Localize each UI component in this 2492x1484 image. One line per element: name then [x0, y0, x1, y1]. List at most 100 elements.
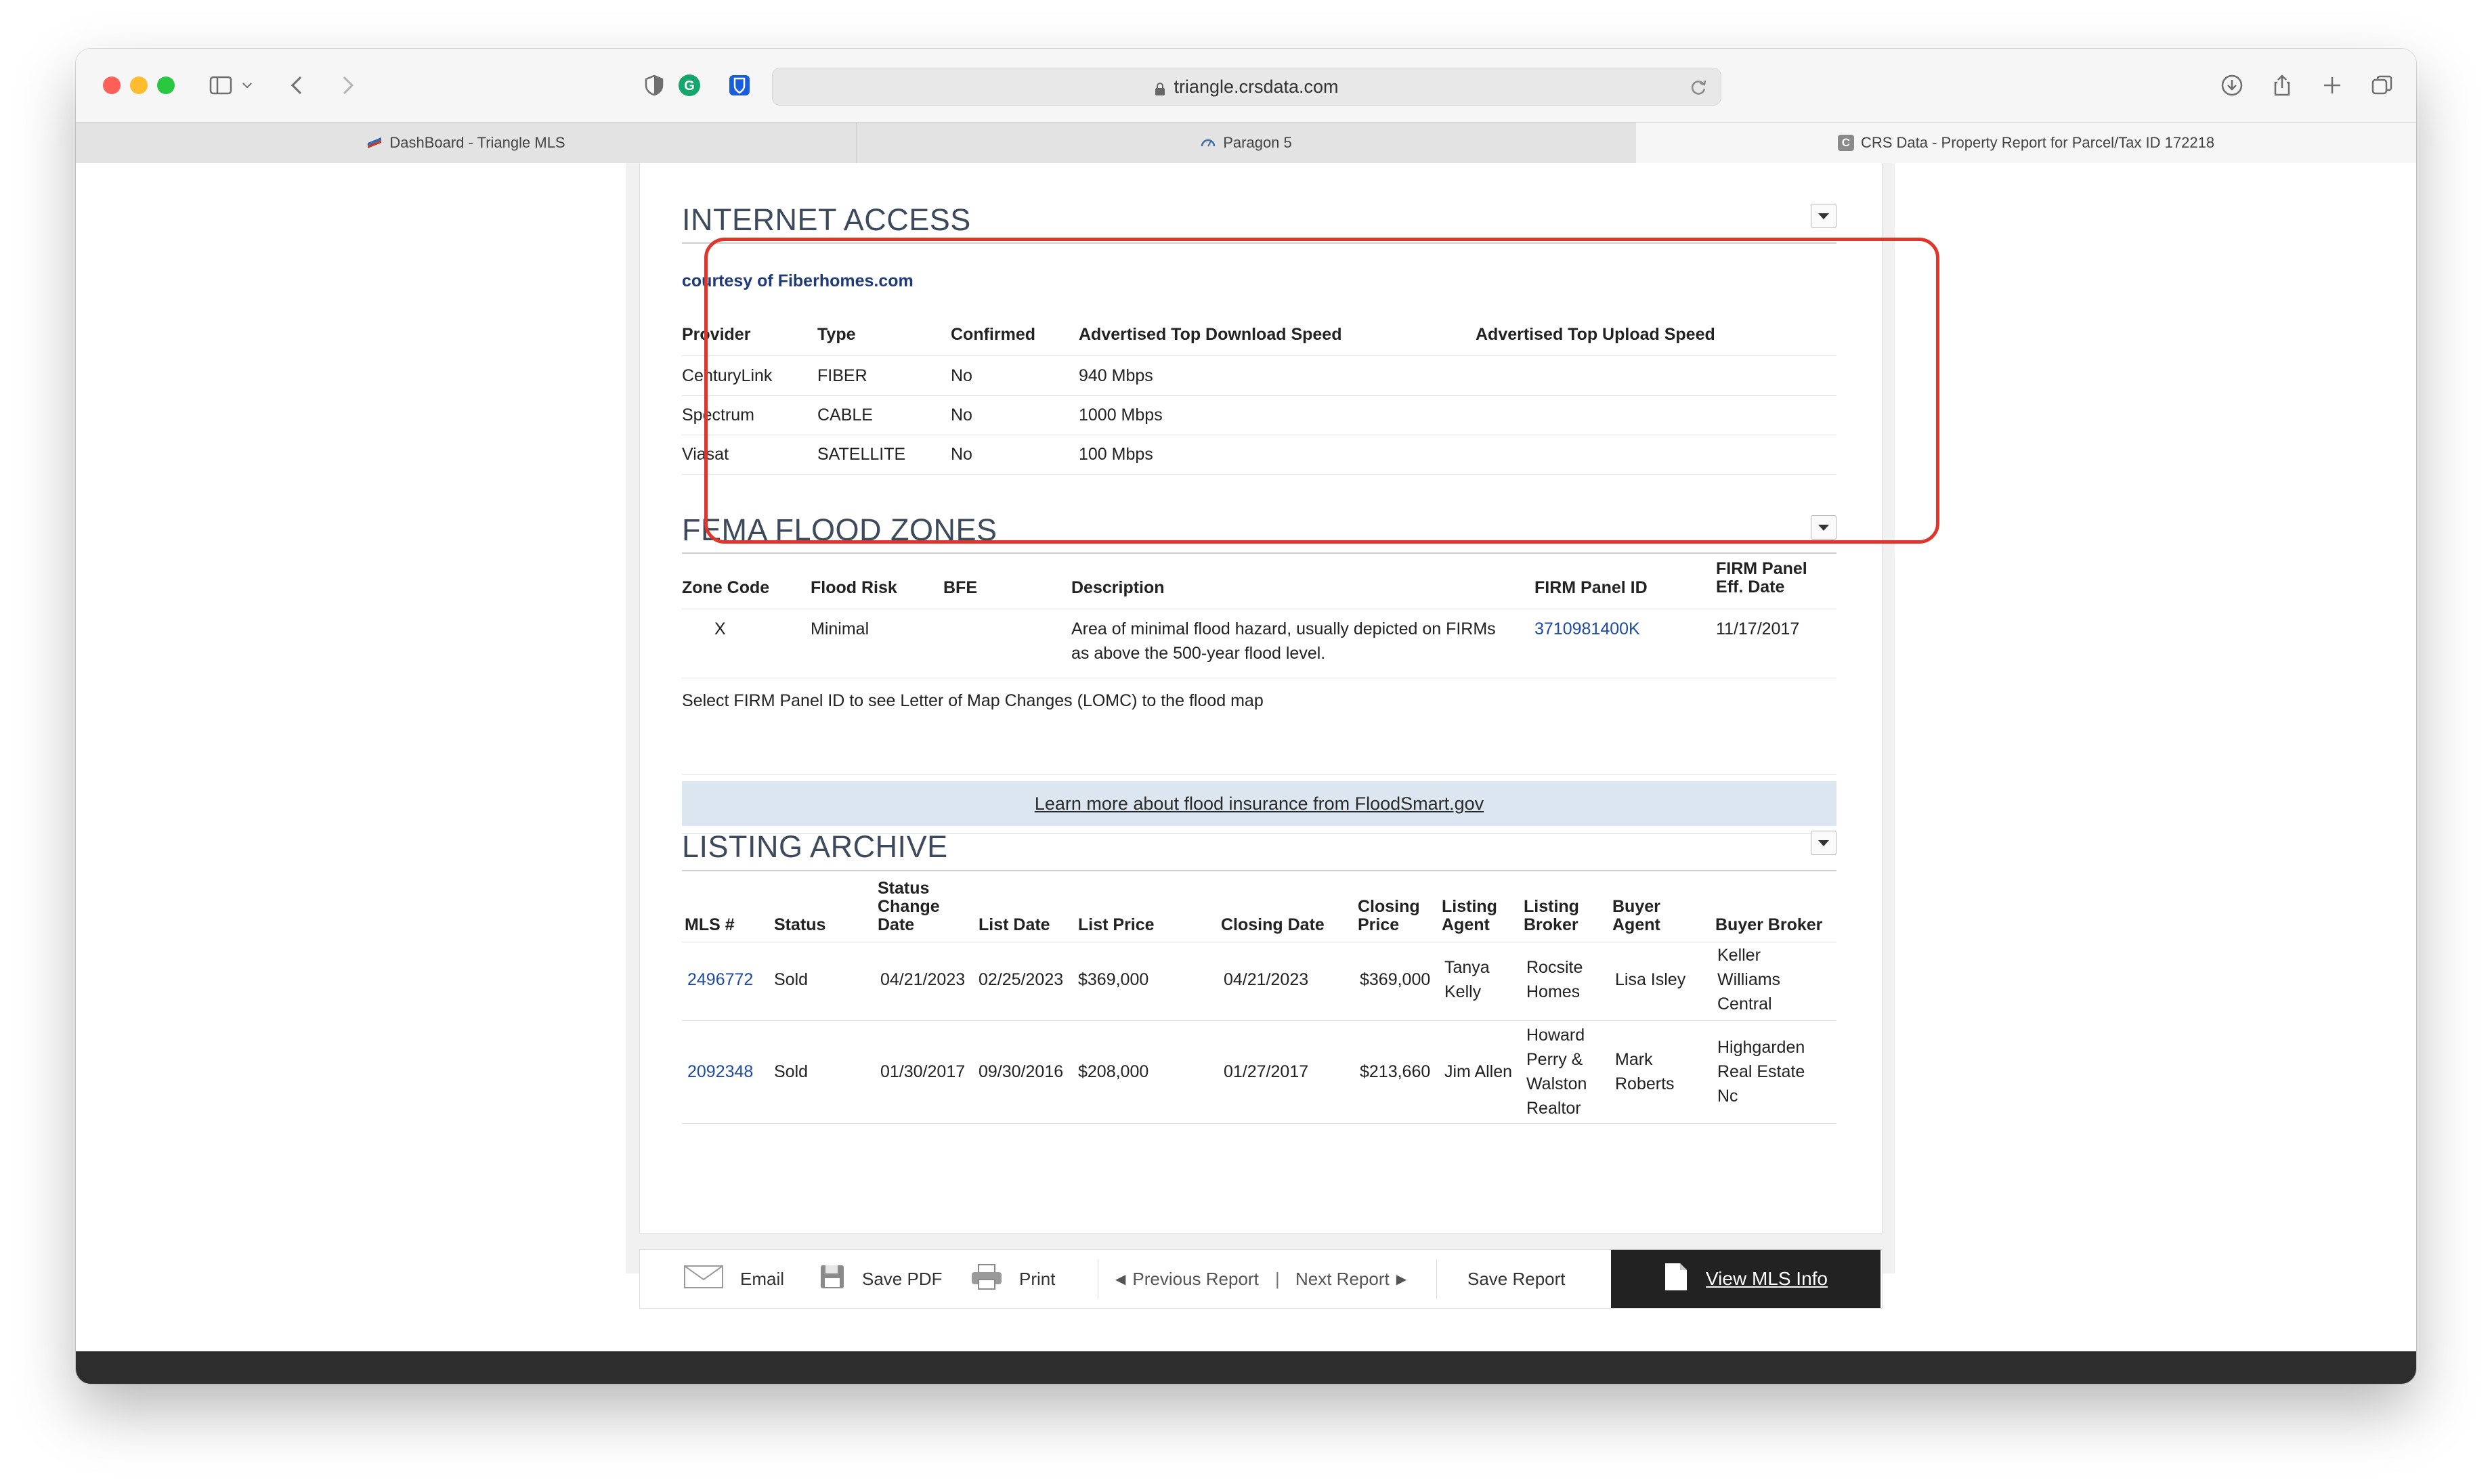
- paragon-favicon-icon: [1200, 135, 1216, 151]
- description-line: Area of minimal flood hazard, usually de…: [1071, 619, 1496, 638]
- flood-risk-cell: Minimal: [811, 619, 869, 638]
- cell-line: Keller: [1717, 946, 1761, 965]
- save-pdf-button[interactable]: Save PDF: [819, 1250, 943, 1308]
- firm-panel-id-link[interactable]: 3710981400K: [1534, 617, 1640, 641]
- description-cell: Area of minimal flood hazard, usually de…: [1071, 617, 1496, 665]
- cell-line: Tanya: [1444, 958, 1490, 977]
- cell-line: Real Estate: [1717, 1062, 1805, 1081]
- col-status-change-date: Status Change Date: [878, 879, 940, 934]
- new-tab-icon[interactable]: [2316, 69, 2348, 102]
- cell-line: Realtor: [1526, 1099, 1581, 1118]
- chevron-down-icon[interactable]: [237, 69, 257, 102]
- section-divider: [682, 870, 1836, 871]
- table-rule: [682, 1123, 1836, 1124]
- tab-label: CRS Data - Property Report for Parcel/Ta…: [1860, 134, 2215, 151]
- svg-text:G: G: [684, 79, 695, 93]
- caret-right-icon: ▶: [1396, 1271, 1407, 1287]
- previous-report-label: Previous Report: [1132, 1268, 1259, 1289]
- next-report-button[interactable]: Next Report ▶: [1295, 1250, 1406, 1308]
- col-buyer-broker: Buyer Broker: [1715, 915, 1823, 934]
- close-window-button[interactable]: [103, 77, 121, 94]
- buyer-broker-cell: Highgarden Real Estate Nc: [1717, 1035, 1805, 1108]
- share-icon[interactable]: [2266, 69, 2298, 102]
- downloads-icon[interactable]: [2216, 69, 2248, 102]
- col-zone-code: Zone Code: [682, 578, 770, 597]
- cell-line: Kelly: [1444, 982, 1482, 1001]
- cell-line: Roberts: [1615, 1074, 1675, 1093]
- tab-paragon-5[interactable]: Paragon 5: [856, 123, 1637, 163]
- zoom-window-button[interactable]: [157, 77, 175, 94]
- minimize-window-button[interactable]: [130, 77, 148, 94]
- table-rule: [682, 1020, 1836, 1021]
- closing-price-cell: $369,000: [1360, 970, 1431, 989]
- sidebar-toggle-icon[interactable]: [205, 69, 237, 102]
- tab-dashboard-triangle-mls[interactable]: DashBoard - Triangle MLS: [76, 123, 857, 163]
- col-list-date: List Date: [979, 915, 1050, 934]
- listing-archive-collapse-button[interactable]: [1811, 831, 1836, 855]
- cell-line: Central: [1717, 995, 1772, 1013]
- mls-number-link[interactable]: 2496772: [687, 967, 753, 992]
- save-report-button[interactable]: Save Report: [1467, 1250, 1566, 1308]
- forward-icon[interactable]: [330, 69, 363, 102]
- description-line: as above the 500-year flood level.: [1071, 644, 1326, 663]
- bitwarden-extension-icon[interactable]: [723, 69, 756, 102]
- col-closing-price: Closing Price: [1358, 898, 1420, 934]
- address-bar[interactable]: triangle.crsdata.com: [772, 68, 1721, 106]
- list-price-cell: $208,000: [1078, 1062, 1149, 1081]
- privacy-shield-icon[interactable]: [638, 69, 670, 102]
- buyer-agent-cell: Mark Roberts: [1615, 1047, 1675, 1096]
- previous-report-button[interactable]: ◀ Previous Report: [1115, 1250, 1259, 1308]
- view-mls-info-button[interactable]: View MLS Info: [1611, 1250, 1881, 1308]
- col-mls: MLS #: [685, 915, 735, 934]
- print-button[interactable]: Print: [970, 1250, 1055, 1308]
- col-description: Description: [1071, 578, 1165, 597]
- grammarly-extension-icon[interactable]: G: [673, 69, 706, 102]
- closing-date-cell: 01/27/2017: [1224, 1062, 1309, 1081]
- report-footer-toolbar: Email Save PDF Print ◀ Previous Report |…: [639, 1249, 1883, 1309]
- col-status: Status: [774, 915, 826, 934]
- listing-archive-title: LISTING ARCHIVE: [682, 829, 948, 864]
- cell-line: Rocsite: [1526, 958, 1583, 977]
- print-label: Print: [1019, 1268, 1056, 1289]
- col-bfe: BFE: [943, 578, 977, 597]
- listing-broker-cell: Howard Perry & Walston Realtor: [1526, 1023, 1587, 1120]
- tab-crs-data-property-report[interactable]: C CRS Data - Property Report for Parcel/…: [1636, 123, 2416, 163]
- header-line: Date: [878, 915, 915, 934]
- header-line: Listing: [1442, 897, 1497, 916]
- tab-label: DashBoard - Triangle MLS: [389, 134, 565, 151]
- printer-icon: [970, 1263, 1003, 1295]
- header-line: Status: [878, 879, 930, 898]
- buyer-agent-cell: Lisa Isley: [1615, 967, 1685, 992]
- status-change-date-cell: 04/21/2023: [880, 970, 966, 989]
- header-line: Closing: [1358, 897, 1420, 916]
- back-icon[interactable]: [282, 69, 314, 102]
- floodsmart-link[interactable]: Learn more about flood insurance from Fl…: [682, 781, 1836, 826]
- list-date-cell: 02/25/2023: [979, 970, 1064, 989]
- cell-line: Mark: [1615, 1050, 1653, 1069]
- email-label: Email: [740, 1268, 785, 1289]
- header-line: Price: [1358, 915, 1400, 934]
- header-line: FIRM Panel: [1716, 559, 1807, 578]
- internet-access-title: INTERNET ACCESS: [682, 202, 971, 237]
- url-text: triangle.crsdata.com: [1174, 76, 1339, 97]
- reload-icon[interactable]: [1688, 77, 1709, 97]
- internet-access-highlight-annotation: [704, 238, 1939, 544]
- lomc-note: Select FIRM Panel ID to see Letter of Ma…: [682, 691, 1264, 710]
- save-pdf-label: Save PDF: [862, 1268, 943, 1289]
- cell-line: Homes: [1526, 982, 1581, 1001]
- report-nav-divider: |: [1275, 1268, 1280, 1289]
- cell-line: Williams: [1717, 970, 1781, 989]
- mls-number-link[interactable]: 2092348: [687, 1060, 753, 1084]
- next-report-label: Next Report: [1295, 1268, 1390, 1289]
- col-firm-eff-date: FIRM Panel Eff. Date: [1716, 560, 1807, 596]
- tab-label: Paragon 5: [1223, 134, 1292, 151]
- listing-agent-cell: Jim Allen: [1444, 1060, 1512, 1084]
- header-line: Buyer: [1612, 897, 1660, 916]
- email-button[interactable]: Email: [683, 1250, 784, 1308]
- floppy-disk-icon: [819, 1263, 846, 1295]
- caret-left-icon: ◀: [1115, 1271, 1126, 1287]
- internet-access-collapse-button[interactable]: [1811, 204, 1836, 228]
- firm-eff-date-cell: 11/17/2017: [1716, 619, 1800, 638]
- tab-overview-icon[interactable]: [2366, 69, 2399, 102]
- col-firm-panel-id: FIRM Panel ID: [1534, 578, 1648, 597]
